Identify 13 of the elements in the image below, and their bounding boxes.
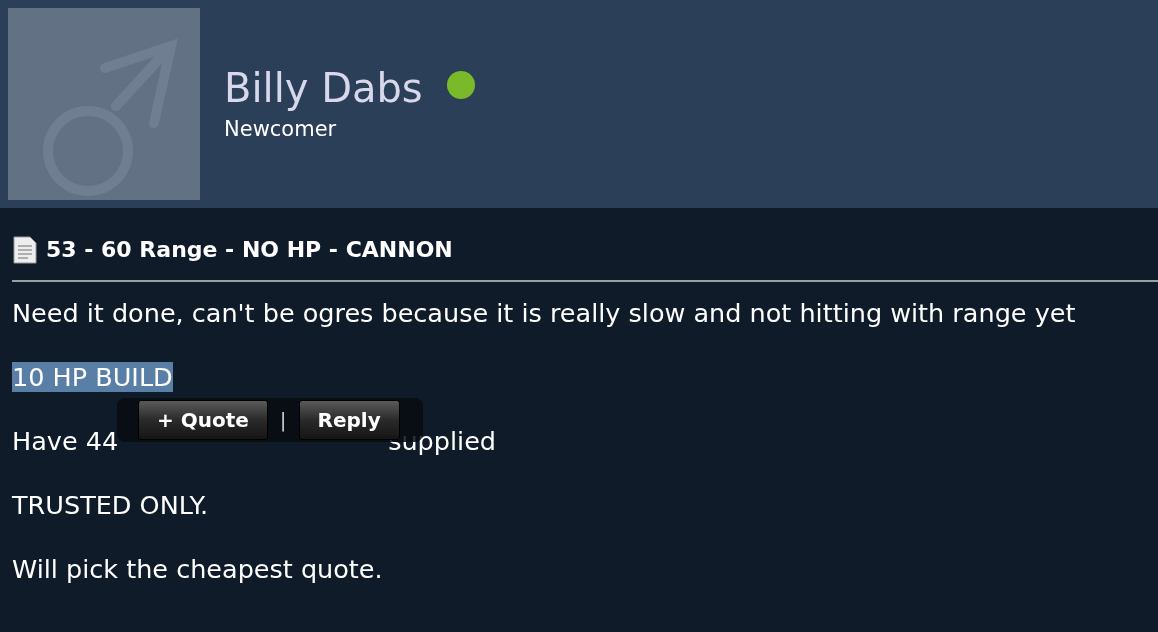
avatar-icon [8,8,200,200]
thread-title: 53 - 60 Range - NO HP - CANNON [46,236,453,264]
user-name[interactable]: Billy Dabs [224,66,423,111]
post-text: Have 44 [12,426,119,456]
selected-text: 10 HP BUILD [12,362,173,392]
post-text: Need it done, can't be ogres because it is really slow and not hitting with range yet [12,298,1076,328]
separator: | [279,407,287,434]
user-rank: Newcomer [224,116,338,144]
post-text: TRUSTED ONLY. [12,490,209,520]
reply-button[interactable]: Reply [298,400,400,440]
document-icon [12,235,38,264]
quote-button[interactable]: + Quote [138,400,268,440]
post-text: Will pick the cheapest quote. [12,554,383,584]
